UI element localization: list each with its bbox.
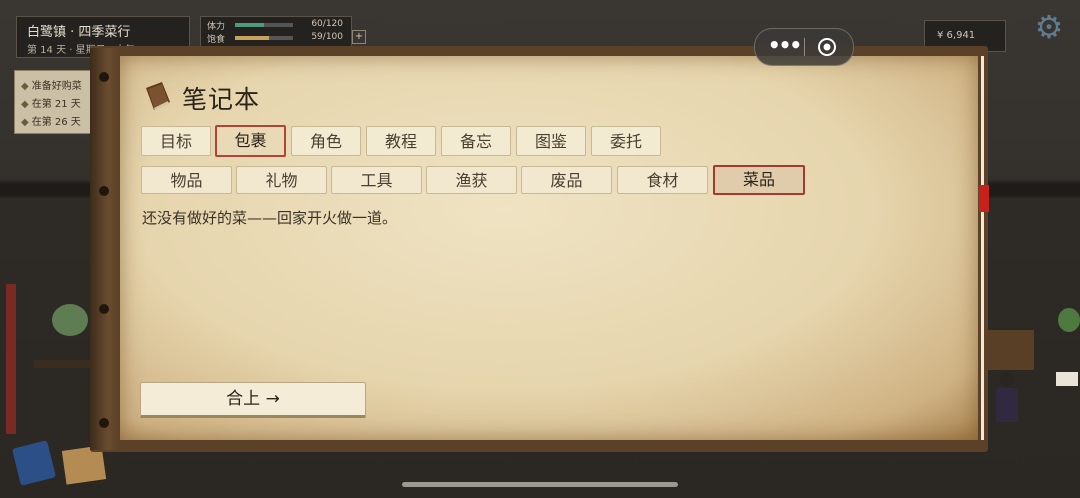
tab-collection[interactable]: 图鉴 bbox=[516, 126, 586, 156]
cabbage-decoration bbox=[52, 304, 88, 336]
binding-hole bbox=[99, 418, 109, 428]
tab-characters[interactable]: 角色 bbox=[291, 126, 361, 156]
binding-hole bbox=[99, 186, 109, 196]
bookmark-ribbon bbox=[979, 185, 989, 212]
task-text: 准备好购菜 bbox=[31, 81, 82, 92]
task-diamond-icon: ◆ bbox=[21, 81, 29, 92]
page-title: 笔记本 bbox=[182, 85, 261, 114]
satiety-label: 饱食 bbox=[207, 35, 226, 45]
task-diamond-icon: ◆ bbox=[21, 117, 29, 128]
location-name: 白鹭镇 · 四季菜行 bbox=[27, 25, 131, 40]
task-item[interactable]: ◆ 在第 21 天 bbox=[21, 95, 81, 110]
home-indicator[interactable] bbox=[402, 482, 678, 487]
task-text: 在第 26 天 bbox=[31, 117, 81, 128]
task-item[interactable]: ◆ 在第 26 天 bbox=[21, 113, 81, 128]
subtab-junk[interactable]: 废品 bbox=[521, 166, 612, 194]
satiety-bar-fill bbox=[235, 36, 270, 40]
close-target-icon[interactable] bbox=[817, 37, 837, 57]
satiety-row: 饱食 59/100 bbox=[207, 32, 347, 45]
npc-figure[interactable] bbox=[996, 372, 1018, 436]
satiety-bar bbox=[235, 36, 293, 40]
stamina-row: 体力 60/120 bbox=[207, 19, 347, 32]
tab-tutorial[interactable]: 教程 bbox=[366, 126, 436, 156]
add-stat-button[interactable]: + bbox=[352, 30, 366, 44]
stats-panel: 体力 60/120 饱食 59/100 bbox=[200, 16, 352, 48]
subtab-fish[interactable]: 渔获 bbox=[426, 166, 517, 194]
task-diamond-icon: ◆ bbox=[21, 99, 29, 110]
binding-hole bbox=[99, 72, 109, 82]
close-notebook-button[interactable]: 合上 → bbox=[140, 382, 366, 418]
empty-message: 还没有做好的菜——回家开火做一道。 bbox=[142, 209, 398, 227]
tab-inventory[interactable]: 包裹 bbox=[215, 125, 286, 157]
page-edge bbox=[981, 56, 984, 440]
task-text: 在第 21 天 bbox=[31, 99, 81, 110]
capsule-divider bbox=[804, 38, 805, 56]
binding-hole bbox=[99, 304, 109, 314]
stamina-bar bbox=[235, 23, 293, 27]
money-value: ¥ 6,941 bbox=[937, 30, 976, 41]
satiety-value: 59/100 bbox=[311, 32, 343, 42]
notebook-icon bbox=[146, 82, 170, 111]
stamina-value: 60/120 bbox=[311, 19, 343, 29]
sign-decoration bbox=[1056, 372, 1078, 386]
tab-goals[interactable]: 目标 bbox=[141, 126, 211, 156]
subtab-gifts[interactable]: 礼物 bbox=[236, 166, 327, 194]
subtab-tools[interactable]: 工具 bbox=[331, 166, 422, 194]
subtab-dishes[interactable]: 菜品 bbox=[713, 165, 805, 195]
more-icon[interactable]: ••• bbox=[765, 35, 803, 58]
subtab-items[interactable]: 物品 bbox=[141, 166, 232, 194]
task-item[interactable]: ◆ 准备好购菜 bbox=[21, 77, 82, 92]
shelf bbox=[988, 330, 1034, 370]
miniprogram-capsule: ••• bbox=[754, 28, 854, 66]
gear-icon[interactable]: ⚙ bbox=[1032, 10, 1066, 44]
shelf bbox=[34, 360, 94, 368]
subtab-ingredients[interactable]: 食材 bbox=[617, 166, 708, 194]
tab-commissions[interactable]: 委托 bbox=[591, 126, 661, 156]
stamina-label: 体力 bbox=[207, 22, 226, 32]
notebook-spine bbox=[90, 48, 120, 450]
plant-decoration bbox=[1058, 308, 1080, 332]
stamina-bar-fill bbox=[235, 23, 264, 27]
red-banner-decoration bbox=[6, 284, 16, 434]
tab-memo[interactable]: 备忘 bbox=[441, 126, 511, 156]
task-list: ◆ 准备好购菜 ◆ 在第 21 天 ◆ 在第 26 天 bbox=[14, 70, 100, 134]
